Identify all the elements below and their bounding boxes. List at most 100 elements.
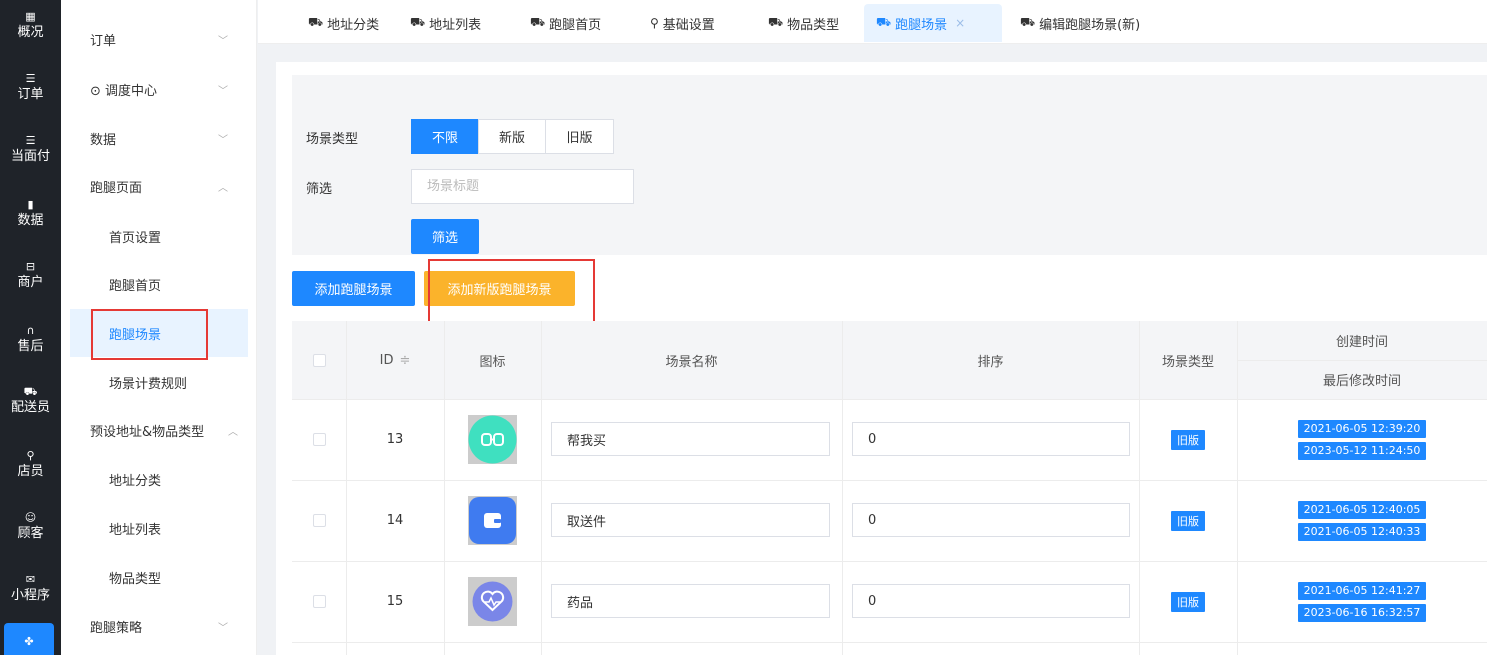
scene-order-input[interactable] xyxy=(852,422,1130,456)
created-time-badge: 2021-06-05 12:40:05 xyxy=(1297,500,1427,519)
tab-label: 跑腿首页 xyxy=(549,17,602,33)
staff-icon: ⚲ xyxy=(26,448,35,462)
row-times-cell: 2021-06-05 12:39:20 2023-05-12 11:24:50 xyxy=(1237,399,1487,480)
courier-icon: ⛟ xyxy=(410,15,426,29)
close-icon[interactable]: × xyxy=(955,16,965,30)
select-all-checkbox[interactable] xyxy=(312,353,326,367)
courier-icon: ⛟ xyxy=(23,384,38,398)
sort-icon[interactable]: ≑ xyxy=(399,353,410,368)
rail-label: 店员 xyxy=(17,463,44,479)
filter-label: 筛选 xyxy=(306,182,333,197)
row-checkbox[interactable] xyxy=(312,595,326,608)
add-scene-button[interactable]: 添加跑腿场景 xyxy=(292,271,415,306)
row-checkbox[interactable] xyxy=(312,514,326,527)
scene-table: ID ≑ 图标 场景名称 排序 场景类型 创建时间 最后修改时间 13 帮我买 … xyxy=(292,321,1487,655)
tab-errand-home[interactable]: ⛟ 跑腿首页 xyxy=(518,4,613,42)
menu-item-orders[interactable]: 订单 ﹀ xyxy=(70,15,248,63)
tab-basic-settings[interactable]: ⚲ 基础设置 xyxy=(638,4,727,42)
rail-item-orders[interactable]: ☰ 订单 xyxy=(0,62,61,112)
main-content: 场景类型 不限 新版 旧版 筛选 筛选 添加跑腿场景 添加新版跑腿场景 ID ≑… xyxy=(276,62,1487,655)
rail-item-staff[interactable]: ⚲ 店员 xyxy=(0,439,61,489)
grid-icon: ✤ xyxy=(24,635,34,648)
modified-time-badge: 2021-06-05 12:40:33 xyxy=(1297,522,1427,541)
rail-item-customer[interactable]: ☺ 顾客 xyxy=(0,501,61,551)
row-type-cell: 旧版 xyxy=(1139,480,1237,561)
chevron-up-icon: ︿ xyxy=(218,182,228,194)
scene-icon xyxy=(468,577,517,626)
chevron-down-icon: ﹀ xyxy=(218,134,228,146)
menu-item-dispatch[interactable]: ⊙ 调度中心 ﹀ xyxy=(70,65,248,113)
rail-item-after-sales[interactable]: ∩ 售后 xyxy=(0,314,61,364)
scene-type-new[interactable]: 新版 xyxy=(478,119,546,154)
tab-label: 物品类型 xyxy=(787,17,840,33)
shopping-icon xyxy=(468,415,517,464)
menu-item-errand-home[interactable]: 跑腿首页 xyxy=(70,260,248,308)
table-row: 14 旧版 2021-06-05 12:40:05 2021-06-05 12:… xyxy=(292,480,1487,561)
row-checkbox[interactable] xyxy=(312,433,326,446)
tab-errand-scenes[interactable]: ⛟ 跑腿场景 × xyxy=(864,4,1002,42)
rail-item-merchant[interactable]: ⊟ 商户 xyxy=(0,250,61,300)
courier-icon: ⛟ xyxy=(530,15,546,29)
rail-label: 订单 xyxy=(17,86,44,102)
tab-label: 编辑跑腿场景(新) xyxy=(1039,17,1141,33)
scene-type-label: 场景类型 xyxy=(306,132,359,147)
menu-item-address-category[interactable]: 地址分类 xyxy=(70,455,248,503)
filter-button[interactable]: 筛选 xyxy=(411,219,479,254)
rail-item-mini-program[interactable]: ✉ 小程序 xyxy=(0,563,61,613)
row-divider xyxy=(292,642,1487,643)
scene-type-all[interactable]: 不限 xyxy=(411,119,479,154)
menu-item-scene-pricing[interactable]: 场景计费规则 xyxy=(70,358,248,406)
row-type-cell: 旧版 xyxy=(1139,561,1237,642)
menu-label: 数据 xyxy=(90,132,117,148)
menu-item-home-settings[interactable]: 首页设置 xyxy=(70,212,248,260)
rail-label: 售后 xyxy=(17,338,44,354)
courier-icon: ⛟ xyxy=(876,15,892,29)
rail-label: 概况 xyxy=(17,24,44,40)
rail-item-overview[interactable]: ▦ 概况 xyxy=(0,0,61,50)
tab-label: 地址分类 xyxy=(327,17,380,33)
rail-label: 顾客 xyxy=(17,525,44,541)
scene-order-input[interactable] xyxy=(852,584,1130,618)
menu-label: 地址分类 xyxy=(109,473,162,489)
row-icon-cell xyxy=(444,480,541,561)
chevron-down-icon: ﹀ xyxy=(218,622,228,634)
row-id: 13 xyxy=(386,432,404,447)
icon-rail: ▦ 概况 ☰ 订单 ☰ 当面付 ▮ 数据 ⊟ 商户 ∩ 售后 ⛟ 配送员 ⚲ 店… xyxy=(0,0,61,655)
filter-panel: 场景类型 不限 新版 旧版 筛选 筛选 xyxy=(292,75,1487,255)
menu-item-data[interactable]: 数据 ﹀ xyxy=(70,114,248,162)
tab-address-category[interactable]: ⛟ 地址分类 xyxy=(296,4,391,42)
rail-item-app-active[interactable]: ✤ xyxy=(4,623,54,655)
menu-item-errand-pages[interactable]: 跑腿页面 ︿ xyxy=(70,162,248,210)
menu-item-address-list[interactable]: 地址列表 xyxy=(70,504,248,552)
rail-item-face-pay[interactable]: ☰ 当面付 xyxy=(0,124,61,174)
type-badge: 旧版 xyxy=(1171,429,1205,450)
scene-name-input[interactable] xyxy=(551,584,830,618)
scene-type-old[interactable]: 旧版 xyxy=(545,119,614,154)
tab-address-list[interactable]: ⛟ 地址列表 xyxy=(398,4,493,42)
type-badge: 旧版 xyxy=(1171,510,1205,531)
row-icon-cell xyxy=(444,399,541,480)
row-checkbox-cell xyxy=(292,561,346,642)
scene-order-input[interactable] xyxy=(852,503,1130,537)
rail-label: 数据 xyxy=(17,212,44,228)
scene-name-input[interactable] xyxy=(551,422,830,456)
scene-name-input[interactable] xyxy=(551,503,830,537)
rail-item-courier[interactable]: ⛟ 配送员 xyxy=(0,375,61,425)
menu-item-presets[interactable]: 预设地址&物品类型 ︿ xyxy=(70,406,248,454)
add-new-scene-button[interactable]: 添加新版跑腿场景 xyxy=(424,271,575,306)
menu-item-errand-scenes[interactable]: 跑腿场景 xyxy=(70,309,248,357)
chevron-down-icon: ﹀ xyxy=(218,85,228,97)
menu-item-item-types[interactable]: 物品类型 xyxy=(70,553,248,601)
menu-item-errand-strategy[interactable]: 跑腿策略 ﹀ xyxy=(70,602,248,650)
scene-title-input[interactable] xyxy=(411,169,634,204)
tab-edit-scene-new[interactable]: ⛟ 编辑跑腿场景(新) xyxy=(1008,4,1152,42)
rail-item-data[interactable]: ▮ 数据 xyxy=(0,188,61,238)
header-name: 场景名称 xyxy=(665,354,718,370)
rail-label: 当面付 xyxy=(10,148,50,164)
header-id[interactable]: ID ≑ xyxy=(346,321,444,399)
tab-item-types[interactable]: ⛟ 物品类型 xyxy=(756,4,851,42)
type-badge: 旧版 xyxy=(1171,591,1205,612)
headset-icon: ∩ xyxy=(26,323,35,337)
wallet-icon xyxy=(469,497,516,544)
courier-icon: ⛟ xyxy=(308,15,324,29)
